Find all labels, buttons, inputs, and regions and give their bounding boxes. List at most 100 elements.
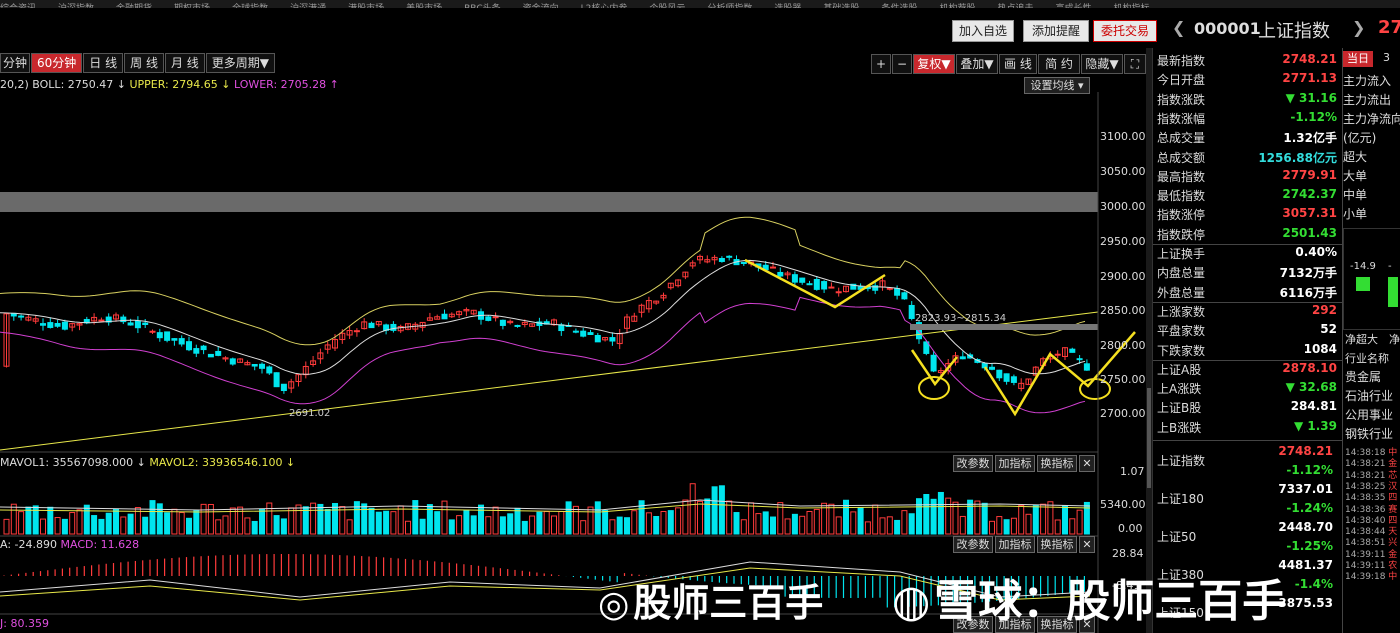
kdj-j-value: J: 80.359 — [0, 617, 49, 630]
top-menu-item[interactable]: 基础选股 — [823, 5, 859, 9]
index-value: 3875.53 — [1278, 596, 1333, 610]
volume-bar — [1032, 505, 1039, 535]
price-tick-2850: 2850.00 — [1100, 304, 1146, 317]
sector-item[interactable]: 钢铁行业 — [1345, 425, 1393, 442]
top-menu-item[interactable]: L2核心内参 — [581, 5, 628, 9]
period-more[interactable]: 更多周期▼ — [205, 53, 276, 73]
top-menu-item[interactable]: 综合资讯 — [0, 5, 36, 9]
top-menu-item[interactable]: 机构荐股 — [939, 5, 975, 9]
quote-row: 上A涨跌 ▼ 32.68 — [1157, 380, 1337, 399]
quote-row: 上证B股 284.81 — [1157, 399, 1337, 418]
top-menu-item[interactable]: BBC头条 — [464, 5, 500, 9]
top-menu-item[interactable]: 高成长性 — [1055, 5, 1091, 9]
add-watchlist-button[interactable]: 加入自选 — [952, 20, 1014, 42]
add-alert-button[interactable]: 添加提醒 — [1023, 20, 1089, 42]
price-tick-3050: 3050.00 — [1100, 165, 1146, 178]
tab-three[interactable]: 3 — [1383, 51, 1390, 64]
quote-row: 上证换手 0.40% — [1157, 245, 1337, 264]
index-row[interactable]: 上证50 2448.70 — [1157, 520, 1333, 544]
top-menu-item[interactable]: 美股市场 — [406, 5, 442, 9]
period-minute[interactable]: 分钟 — [0, 53, 31, 73]
quote-label: 今日开盘 — [1157, 73, 1206, 88]
zoom-out-button[interactable]: − — [892, 54, 912, 74]
index-row[interactable]: 上证指数 2748.21 — [1157, 444, 1333, 468]
vol-switch-indicator-button[interactable]: 换指标 — [1037, 455, 1077, 472]
top-menu-item[interactable]: 条件选股 — [881, 5, 917, 9]
quote-label: 指数涨停 — [1157, 208, 1206, 223]
candle-body — [251, 364, 258, 367]
period-month[interactable]: 月 线 — [164, 53, 205, 73]
macd-switch-indicator-button[interactable]: 换指标 — [1037, 536, 1077, 553]
quote-label: 指数涨跌 — [1157, 92, 1206, 107]
quote-value: 1084 — [1303, 341, 1337, 356]
candle-body — [1076, 358, 1083, 361]
fund-bar-right — [1388, 277, 1398, 307]
fund-chart-left-label: -14.9 — [1350, 261, 1376, 272]
price-tick-2800: 2800.00 — [1100, 339, 1146, 352]
macd-close-icon[interactable]: ✕ — [1079, 536, 1095, 553]
draw-line-button[interactable]: 画 线 — [999, 54, 1037, 74]
top-menu-item[interactable]: 沪深港通 — [290, 5, 326, 9]
trade-button[interactable]: 委托交易 — [1093, 20, 1157, 42]
top-menu-item[interactable]: 机构指标 — [1114, 5, 1150, 9]
index-row[interactable]: -1.12% — [1157, 463, 1333, 482]
hide-button[interactable]: 隐藏▼ — [1081, 54, 1123, 74]
watermark-right-text: 雪球：股师三百手 — [934, 576, 1287, 627]
dea-value: A: -24.890 — [0, 538, 57, 551]
top-menu-item[interactable]: 金融期货 — [116, 5, 152, 9]
tab-today[interactable]: 当日 — [1343, 51, 1373, 67]
scrollbar-thumb[interactable] — [1147, 388, 1151, 488]
volume-bar — [675, 507, 682, 535]
candle-body — [996, 369, 1003, 379]
volume-bar — [478, 504, 484, 535]
period-60min[interactable]: 60分钟 — [31, 53, 83, 73]
top-menu-item[interactable]: 选股器 — [774, 5, 801, 9]
volume-bar — [456, 515, 463, 535]
top-menu-item[interactable]: 分析师指数 — [707, 5, 752, 9]
quote-value: 3057.31 — [1282, 206, 1337, 221]
candle-body — [142, 322, 149, 326]
quote-label: 总成交额 — [1157, 150, 1206, 165]
quote-row: 总成交量 1.32亿手 — [1157, 129, 1337, 148]
candle-body — [18, 315, 25, 318]
period-week[interactable]: 周 线 — [124, 53, 164, 73]
volume-bar — [244, 517, 251, 535]
fullscreen-icon[interactable]: ⛶ — [1124, 54, 1146, 74]
volume-bar — [105, 512, 112, 535]
fuquan-button[interactable]: 复权▼ — [913, 54, 955, 74]
top-menu-item[interactable]: 个股风云 — [649, 5, 685, 9]
vol-add-indicator-button[interactable]: 加指标 — [995, 455, 1035, 472]
zoom-in-button[interactable]: + — [871, 54, 891, 74]
index-row[interactable]: -1.24% — [1157, 501, 1333, 520]
volume-bar — [113, 508, 119, 535]
simple-button[interactable]: 简 约 — [1038, 54, 1080, 74]
next-stock-arrow[interactable]: ❯ — [1352, 18, 1365, 37]
overlay-button[interactable]: 叠加▼ — [956, 54, 998, 74]
top-menu-item[interactable]: 港股市场 — [348, 5, 384, 9]
vol-change-params-button[interactable]: 改参数 — [953, 455, 993, 472]
quote-label: 下跌家数 — [1157, 343, 1206, 358]
prev-stock-arrow[interactable]: ❮ — [1172, 18, 1185, 37]
vol-close-icon[interactable]: ✕ — [1079, 455, 1095, 472]
candle-body — [894, 288, 901, 296]
candle-body — [813, 278, 820, 290]
macd-add-indicator-button[interactable]: 加指标 — [995, 536, 1035, 553]
volume-bar — [872, 504, 879, 535]
period-day[interactable]: 日 线 — [83, 53, 124, 73]
macd-change-params-button[interactable]: 改参数 — [953, 536, 993, 553]
sector-item[interactable]: 公用事业 — [1345, 406, 1393, 423]
sector-item[interactable]: 石油行业 — [1345, 387, 1393, 404]
volume-bar — [558, 510, 565, 535]
sector-item[interactable]: 贵金属 — [1345, 368, 1381, 385]
top-menu-item[interactable]: 全球指数 — [232, 5, 268, 9]
volume-bar — [346, 519, 353, 535]
index-row[interactable]: 上证180 7337.01 — [1157, 482, 1333, 506]
volume-bar — [1054, 519, 1061, 535]
top-menu-item[interactable]: 期权市场 — [174, 5, 210, 9]
top-menu-item[interactable]: 沪深指数 — [58, 5, 94, 9]
top-menu-item[interactable]: 热点追击 — [997, 5, 1033, 9]
top-menu-item[interactable]: 资金流向 — [523, 5, 559, 9]
index-row[interactable]: -1.25% — [1157, 539, 1333, 558]
candle-body — [485, 316, 492, 321]
weibo-icon: ◎ — [598, 584, 630, 625]
